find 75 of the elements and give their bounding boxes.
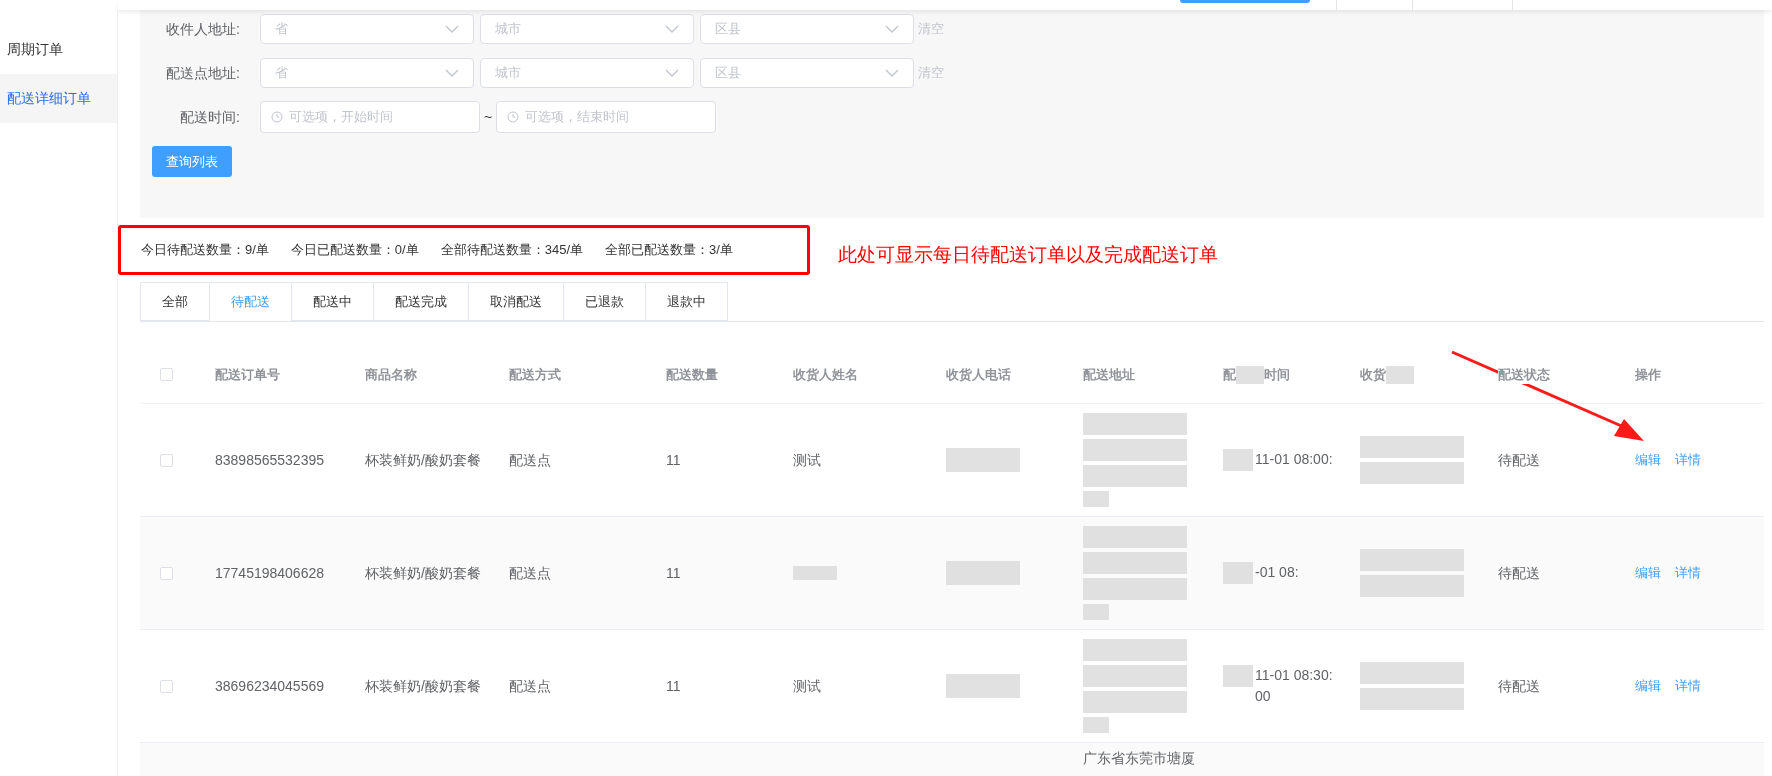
table-cell-text: 配送点 [509, 676, 552, 696]
table-cell-text: 11-01 08:30: [1255, 666, 1333, 685]
date-field[interactable]: 可选项，结束时间 [496, 101, 717, 133]
sidebar-item[interactable]: 周期订单 [0, 25, 117, 74]
table-cell-text: 11 [666, 563, 682, 583]
row-checkbox[interactable] [160, 566, 173, 580]
tab[interactable]: 配送中 [291, 282, 374, 321]
action-link[interactable]: 详情 [1675, 563, 1701, 583]
chevron-down-icon [445, 69, 459, 77]
field-label: 配送时间: [179, 107, 241, 127]
tab[interactable]: 待配送 [209, 282, 292, 321]
stat-text: 全部待配送数量：345/单 [440, 241, 583, 260]
sidebar-item[interactable]: 配送详细订单 [0, 74, 117, 123]
clock-icon [271, 111, 283, 123]
table-cell-text: 00 [1255, 687, 1272, 706]
blurred-text [1223, 562, 1253, 584]
chevron-down-icon [665, 69, 679, 77]
field-label: 配送点地址: [165, 63, 241, 83]
stat-text: 今日已配送数量：0/单 [290, 241, 419, 260]
chevron-down-icon [445, 25, 459, 33]
table-cell-text: 待配送 [1498, 450, 1541, 470]
select-field[interactable]: 省 [260, 14, 474, 44]
stat-text: 今日待配送数量：9/单 [141, 241, 269, 260]
annotation-text: 此处可显示每日待配送订单以及完成配送订单 [838, 242, 1218, 267]
tab[interactable]: 已退款 [563, 282, 646, 321]
action-link[interactable]: 编辑 [1635, 676, 1661, 696]
row-checkbox[interactable] [160, 453, 173, 467]
action-link[interactable]: 编辑 [1635, 563, 1661, 583]
range-separator: ~ [483, 107, 494, 127]
chevron-down-icon [665, 25, 679, 33]
table-cell: 测试 [793, 451, 821, 468]
blurred-text [1223, 665, 1253, 687]
column-header: 时间 [1264, 365, 1290, 384]
table-cell-text: 杯装鲜奶/酸奶套餐 [365, 676, 482, 696]
blurred-text [1083, 604, 1109, 620]
blurred-text [793, 566, 837, 580]
stat-text: 全部已配送数量：3/单 [605, 241, 733, 260]
table-cell-text: 广东省东莞市塘厦 [1083, 749, 1196, 768]
table-cell-text: 待配送 [1498, 563, 1541, 583]
table-cell: 测试 [793, 677, 821, 694]
select-field[interactable]: 城市 [480, 58, 694, 88]
blurred-text [1083, 717, 1109, 733]
chevron-down-icon [885, 69, 899, 77]
table-cell-text: 83898565532395 [215, 450, 325, 470]
table-cell-text: -01 08: [1255, 563, 1299, 582]
select-field[interactable]: 城市 [480, 14, 694, 44]
blurred-text [1083, 491, 1109, 507]
date-field[interactable]: 可选项，开始时间 [260, 101, 480, 133]
action-link[interactable]: 详情 [1675, 450, 1701, 470]
table-cell-text: 38696234045569 [215, 676, 325, 696]
table-cell-text: 17745198406628 [215, 563, 325, 583]
action-link[interactable]: 详情 [1675, 676, 1701, 696]
row-checkbox[interactable] [160, 679, 173, 693]
select-all-checkbox[interactable] [160, 368, 173, 381]
table-cell-text: 配送点 [509, 450, 552, 470]
tab[interactable]: 退款中 [645, 282, 728, 321]
chevron-down-icon [885, 25, 899, 33]
blurred-text [1223, 449, 1253, 471]
table-cell-text: 11 [666, 676, 682, 696]
table-cell-text: 配送点 [509, 563, 552, 583]
select-field[interactable]: 省 [260, 58, 474, 88]
table-cell-text: 杯装鲜奶/酸奶套餐 [365, 563, 482, 583]
action-link[interactable]: 编辑 [1635, 450, 1661, 470]
table-cell-text: 11-01 08:00: [1255, 450, 1333, 469]
table-cell-text: 待配送 [1498, 676, 1541, 696]
field-label: 收件人地址: [165, 19, 241, 39]
tab[interactable]: 配送完成 [373, 282, 469, 321]
tab[interactable]: 取消配送 [468, 282, 564, 321]
clock-icon [507, 111, 520, 123]
select-field[interactable]: 区县 [700, 14, 914, 44]
query-button[interactable]: 查询列表 [152, 146, 232, 177]
table-cell-text: 11 [666, 450, 682, 470]
select-field[interactable]: 区县 [700, 58, 914, 88]
header-button[interactable] [1180, 0, 1310, 3]
table-cell-text: 杯装鲜奶/酸奶套餐 [365, 450, 482, 470]
